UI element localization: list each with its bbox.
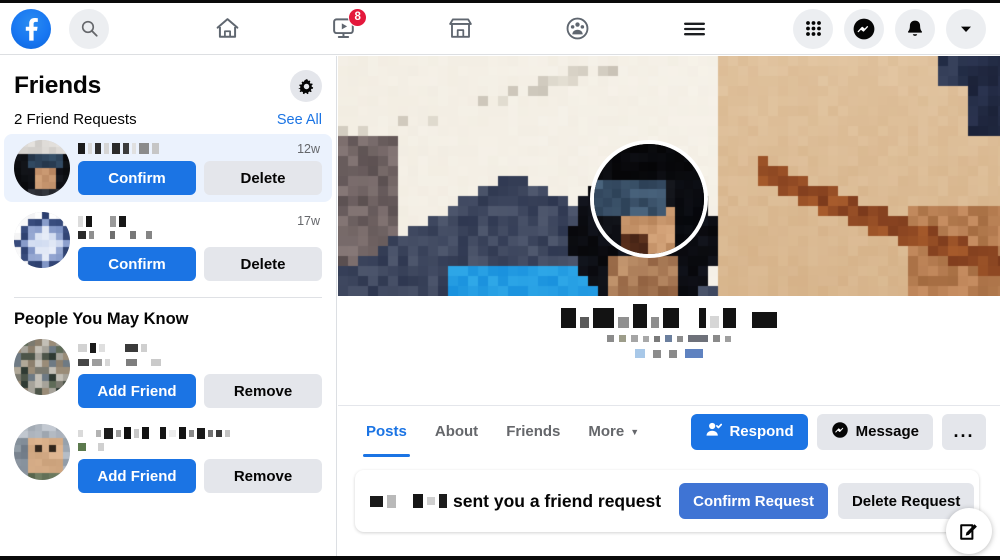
tab-about[interactable]: About	[421, 407, 492, 457]
chevron-down-icon[interactable]	[946, 8, 986, 49]
redacted-name	[78, 427, 322, 439]
watch-badge-count: 8	[348, 7, 368, 27]
see-all-link[interactable]: See All	[277, 112, 322, 128]
suggestion-row[interactable]: Add Friend Remove	[4, 333, 332, 414]
add-friend-button[interactable]: Add Friend	[78, 374, 196, 408]
respond-button[interactable]: Respond	[691, 413, 808, 450]
remove-button[interactable]: Remove	[204, 459, 322, 493]
avatar[interactable]	[14, 140, 70, 196]
redacted-profile-subtitle	[607, 335, 731, 342]
redacted-name	[78, 143, 322, 154]
suggestion-actions: Add Friend Remove	[78, 459, 322, 493]
tab-friends[interactable]: Friends	[492, 407, 574, 457]
request-timestamp: 12w	[297, 142, 320, 156]
apps-grid-icon[interactable]	[793, 8, 833, 49]
friend-requests-count: 2 Friend Requests	[14, 111, 137, 128]
profile-photo[interactable]	[590, 140, 708, 258]
profile-action-buttons: Respond Message ...	[691, 413, 986, 450]
banner-actions: Confirm Request Delete Request	[679, 483, 975, 519]
delete-button[interactable]: Delete	[204, 161, 322, 195]
profile-name-block	[338, 304, 1000, 358]
confirm-request-button[interactable]: Confirm Request	[679, 483, 828, 519]
suggestion-body: Add Friend Remove	[78, 339, 322, 408]
confirm-button[interactable]: Confirm	[78, 247, 196, 281]
friend-request-body: Confirm Delete	[78, 212, 322, 281]
tab-label: More	[588, 423, 625, 440]
friend-request-actions: Confirm Delete	[78, 161, 322, 195]
avatar[interactable]	[14, 212, 70, 268]
gear-icon[interactable]	[290, 70, 322, 102]
people-you-may-know-title: People You May Know	[14, 310, 189, 328]
banner-text-label: sent you a friend request	[453, 490, 662, 511]
redacted-name	[78, 215, 322, 227]
redacted-name	[78, 342, 322, 353]
tab-posts[interactable]: Posts	[352, 407, 421, 457]
redacted-profile-meta	[635, 349, 703, 358]
suggestion-row[interactable]: Add Friend Remove	[4, 418, 332, 499]
tab-label: Friends	[506, 423, 561, 440]
profile-main-content: Posts About Friends More ▼ Respond Messa…	[338, 56, 1000, 556]
avatar[interactable]	[14, 339, 70, 395]
profile-tab-bar: Posts About Friends More ▼ Respond Messa…	[338, 405, 1000, 457]
facebook-logo-icon[interactable]	[11, 8, 51, 49]
suggestion-actions: Add Friend Remove	[78, 374, 322, 408]
compose-edit-icon[interactable]	[946, 508, 992, 554]
chevron-down-icon: ▼	[630, 426, 640, 437]
video-watch-icon[interactable]: 8	[315, 7, 373, 51]
redacted-name-line2	[78, 442, 322, 452]
more-options-button[interactable]: ...	[942, 413, 986, 450]
sidebar-header: Friends	[0, 56, 336, 102]
search-icon[interactable]	[69, 8, 109, 49]
redacted-name-line2	[78, 230, 322, 240]
add-friend-button[interactable]: Add Friend	[78, 459, 196, 493]
friend-request-body: Confirm Delete	[78, 140, 322, 195]
messenger-icon	[831, 421, 849, 443]
confirm-button[interactable]: Confirm	[78, 161, 196, 195]
avatar[interactable]	[14, 424, 70, 480]
groups-icon[interactable]	[549, 7, 607, 51]
tab-label: Posts	[366, 423, 407, 440]
tab-label: About	[434, 423, 479, 440]
redacted-profile-name	[561, 304, 777, 328]
more-dots-icon: ...	[953, 421, 975, 441]
message-label: Message	[855, 423, 919, 440]
suggestion-body: Add Friend Remove	[78, 424, 322, 493]
message-button[interactable]: Message	[816, 413, 933, 450]
person-check-icon	[705, 421, 723, 442]
marketplace-store-icon[interactable]	[432, 7, 490, 51]
friend-request-banner: sent you a friend request Confirm Reques…	[355, 470, 979, 532]
friends-sidebar: Friends 2 Friend Requests See All Confir…	[0, 56, 337, 556]
banner-message: sent you a friend request	[370, 491, 661, 512]
nav-right-icons	[793, 8, 986, 49]
friend-request-row[interactable]: Confirm Delete 12w	[4, 134, 332, 202]
redacted-name-line2	[78, 357, 322, 367]
tab-more[interactable]: More ▼	[574, 407, 653, 457]
facebook-friends-page: 8 Friends 2 Friend Requests See All Conf…	[0, 0, 1000, 560]
messenger-icon[interactable]	[844, 8, 884, 49]
top-navigation-bar: 8	[0, 3, 1000, 55]
requests-subheader: 2 Friend Requests See All	[0, 102, 336, 134]
menu-hamburger-icon[interactable]	[666, 7, 724, 51]
remove-button[interactable]: Remove	[204, 374, 322, 408]
respond-label: Respond	[729, 423, 794, 440]
home-icon[interactable]	[198, 7, 256, 51]
friend-request-row[interactable]: Confirm Delete 17w	[4, 206, 332, 287]
bell-notifications-icon[interactable]	[895, 8, 935, 49]
page-title: Friends	[14, 72, 102, 99]
delete-button[interactable]: Delete	[204, 247, 322, 281]
nav-center-icons: 8	[109, 3, 793, 54]
friend-request-actions: Confirm Delete	[78, 247, 322, 281]
request-timestamp: 17w	[297, 214, 320, 228]
